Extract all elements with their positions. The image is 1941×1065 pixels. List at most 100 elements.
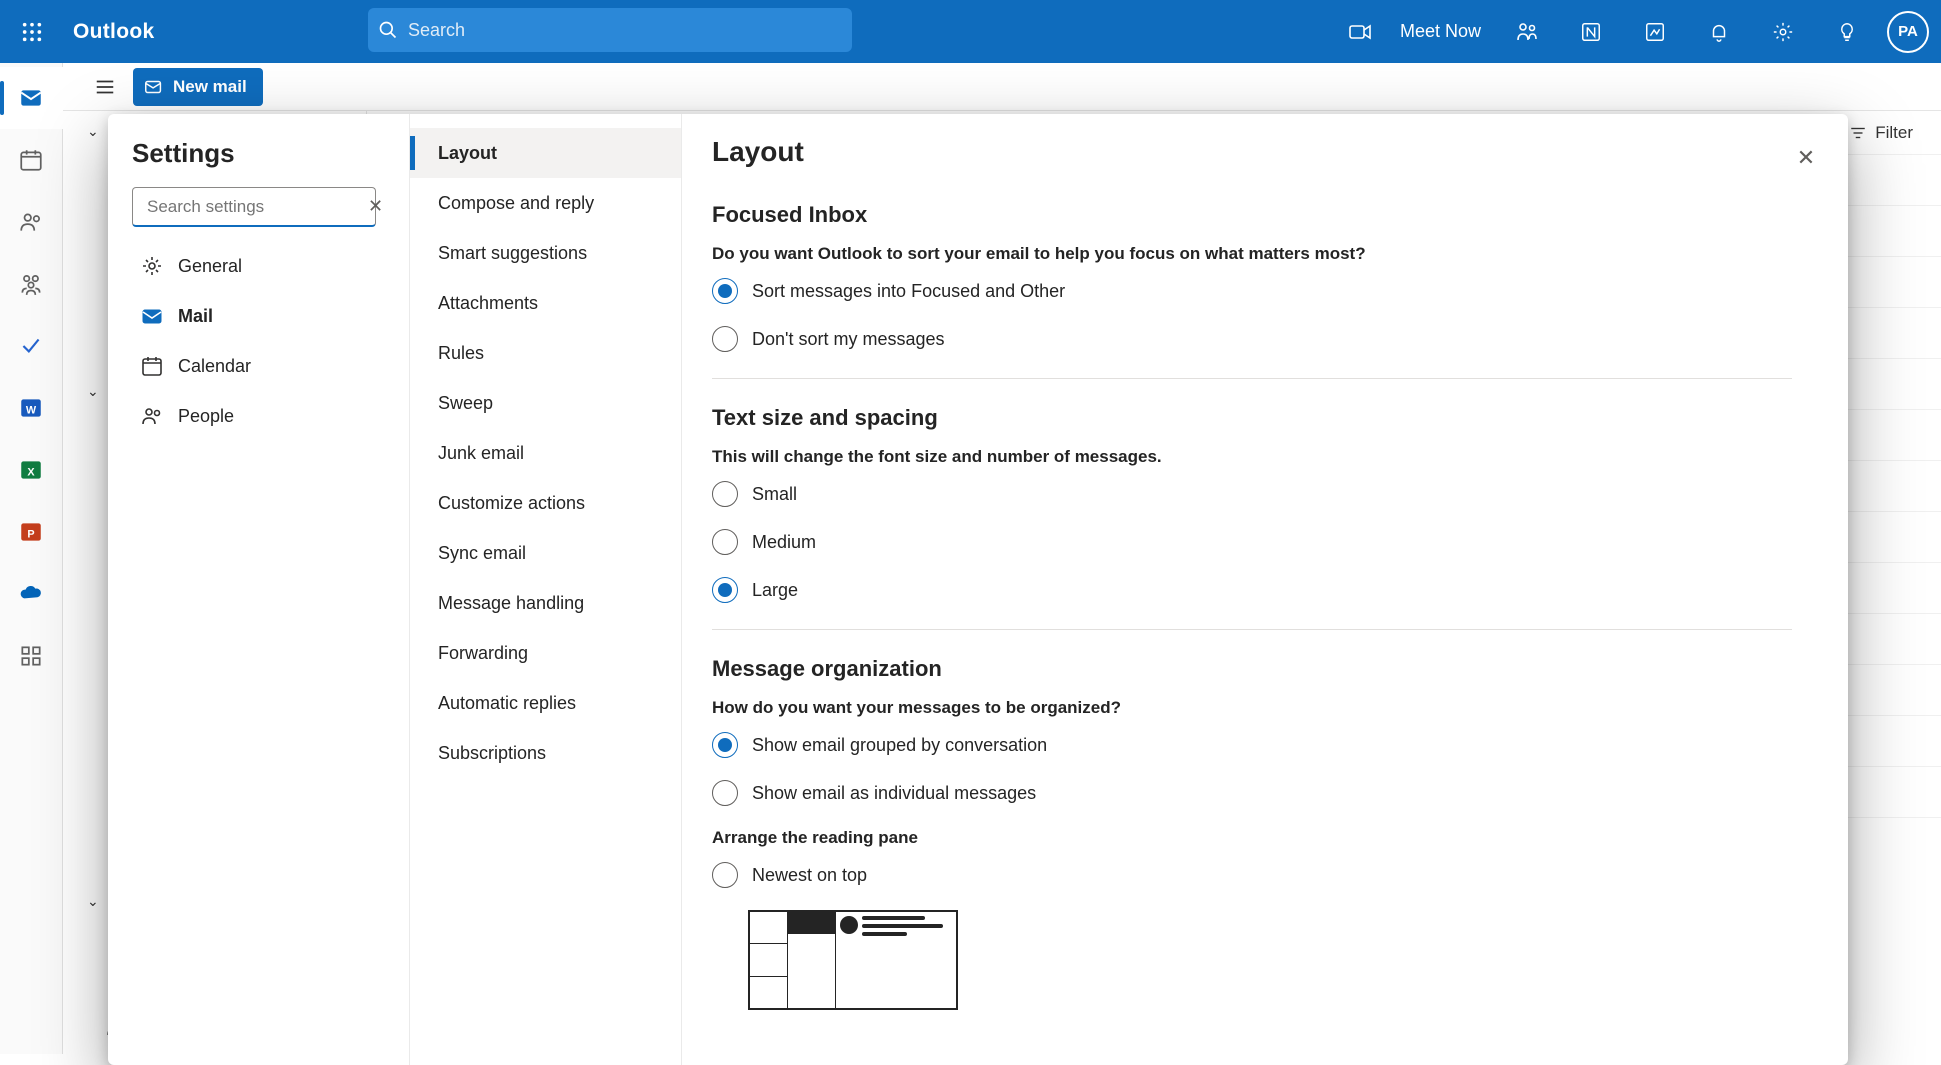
nav-subscriptions[interactable]: Subscriptions [410, 728, 681, 778]
arrange-heading: Arrange the reading pane [712, 828, 1814, 848]
onenote-icon[interactable] [1561, 0, 1621, 63]
radio-icon [712, 577, 738, 603]
nav-sync-email[interactable]: Sync email [410, 528, 681, 578]
nav-attachments[interactable]: Attachments [410, 278, 681, 328]
nav-junk-email[interactable]: Junk email [410, 428, 681, 478]
category-general[interactable]: General [132, 241, 395, 291]
radio-newest-top[interactable]: Newest on top [712, 862, 1814, 888]
nav-smart-suggestions[interactable]: Smart suggestions [410, 228, 681, 278]
nav-label: Layout [438, 143, 497, 164]
avatar[interactable]: PA [1887, 11, 1929, 53]
waffle-icon[interactable] [0, 0, 63, 63]
header-actions: Meet Now PA [1330, 0, 1929, 63]
nav-customize-actions[interactable]: Customize actions [410, 478, 681, 528]
modal-backdrop: Settings ✕ General Mail Calendar People [0, 63, 1941, 1054]
section-desc-msgorg: How do you want your messages to be orga… [712, 698, 1814, 718]
radio-icon [712, 278, 738, 304]
radio-label: Newest on top [752, 865, 867, 886]
radio-icon [712, 481, 738, 507]
radio-icon [712, 529, 738, 555]
filter-icon [1849, 124, 1867, 142]
search-icon [378, 20, 398, 40]
rail-onedrive-icon[interactable] [0, 563, 63, 625]
rail-word-icon[interactable]: W [0, 377, 63, 439]
rail-excel-icon[interactable]: X [0, 439, 63, 501]
category-people[interactable]: People [132, 391, 395, 441]
lightbulb-icon[interactable] [1817, 0, 1877, 63]
nav-rules[interactable]: Rules [410, 328, 681, 378]
clear-icon[interactable]: ✕ [368, 196, 383, 217]
radio-icon [712, 326, 738, 352]
hamburger-icon[interactable] [83, 65, 127, 109]
close-button[interactable]: ✕ [1786, 138, 1826, 178]
radio-dont-sort[interactable]: Don't sort my messages [712, 326, 1814, 352]
category-calendar[interactable]: Calendar [132, 341, 395, 391]
settings-content-pane: Layout ✕ Focused Inbox Do you want Outlo… [682, 114, 1848, 1065]
radio-icon [712, 732, 738, 758]
mail-icon [143, 76, 165, 98]
meet-camera-icon[interactable] [1330, 0, 1390, 63]
category-label: People [178, 406, 234, 427]
new-mail-label: New mail [173, 77, 247, 97]
nav-label: Attachments [438, 293, 538, 314]
settings-categories-pane: Settings ✕ General Mail Calendar People [108, 114, 410, 1065]
command-bar: New mail [63, 63, 1941, 111]
nav-automatic-replies[interactable]: Automatic replies [410, 678, 681, 728]
bell-icon[interactable] [1689, 0, 1749, 63]
nav-label: Junk email [438, 443, 524, 464]
app-header: Outlook Meet Now PA [0, 0, 1941, 63]
rail-calendar-icon[interactable] [0, 129, 63, 191]
category-mail[interactable]: Mail [132, 291, 395, 341]
nav-layout[interactable]: Layout [410, 128, 681, 178]
svg-text:X: X [27, 466, 35, 478]
nav-label: Sync email [438, 543, 526, 564]
settings-dialog: Settings ✕ General Mail Calendar People [108, 114, 1848, 1065]
reading-pane-preview [748, 910, 958, 1010]
nav-label: Customize actions [438, 493, 585, 514]
nav-label: Subscriptions [438, 743, 546, 764]
filter-label: Filter [1875, 123, 1913, 143]
settings-nav-pane: Layout Compose and reply Smart suggestio… [410, 114, 682, 1065]
radio-icon [712, 780, 738, 806]
new-mail-button[interactable]: New mail [133, 68, 263, 106]
global-search[interactable] [368, 8, 852, 52]
rail-more-apps-icon[interactable] [0, 625, 63, 687]
radio-label: Sort messages into Focused and Other [752, 281, 1065, 302]
filter-button[interactable]: Filter [1849, 123, 1913, 143]
rail-mail-icon[interactable] [0, 67, 63, 129]
radio-medium[interactable]: Medium [712, 529, 1814, 555]
radio-sort-focused[interactable]: Sort messages into Focused and Other [712, 278, 1814, 304]
radio-label: Small [752, 484, 797, 505]
rail-powerpoint-icon[interactable]: P [0, 501, 63, 563]
settings-scroll-area[interactable]: Focused Inbox Do you want Outlook to sor… [712, 194, 1828, 1065]
radio-small[interactable]: Small [712, 481, 1814, 507]
svg-text:P: P [27, 528, 34, 540]
content-title: Layout [712, 136, 1818, 168]
settings-search-input[interactable] [147, 197, 368, 217]
rail-people-icon[interactable] [0, 191, 63, 253]
nav-sweep[interactable]: Sweep [410, 378, 681, 428]
gear-icon[interactable] [1753, 0, 1813, 63]
rail-todo-icon[interactable] [0, 315, 63, 377]
nav-compose-reply[interactable]: Compose and reply [410, 178, 681, 228]
radio-label: Show email as individual messages [752, 783, 1036, 804]
category-label: Calendar [178, 356, 251, 377]
teams-icon[interactable] [1497, 0, 1557, 63]
app-rail: W X P [0, 63, 63, 1054]
meet-now-label[interactable]: Meet Now [1400, 21, 1481, 42]
radio-grouped[interactable]: Show email grouped by conversation [712, 732, 1814, 758]
nav-message-handling[interactable]: Message handling [410, 578, 681, 628]
section-heading-textsize: Text size and spacing [712, 405, 1814, 431]
radio-large[interactable]: Large [712, 577, 1814, 603]
radio-label: Medium [752, 532, 816, 553]
global-search-input[interactable] [408, 20, 842, 41]
radio-individual[interactable]: Show email as individual messages [712, 780, 1814, 806]
settings-title: Settings [132, 138, 395, 169]
immersive-icon[interactable] [1625, 0, 1685, 63]
nav-label: Compose and reply [438, 193, 594, 214]
radio-icon [712, 862, 738, 888]
radio-label: Don't sort my messages [752, 329, 945, 350]
nav-forwarding[interactable]: Forwarding [410, 628, 681, 678]
settings-search[interactable]: ✕ [132, 187, 376, 227]
rail-groups-icon[interactable] [0, 253, 63, 315]
